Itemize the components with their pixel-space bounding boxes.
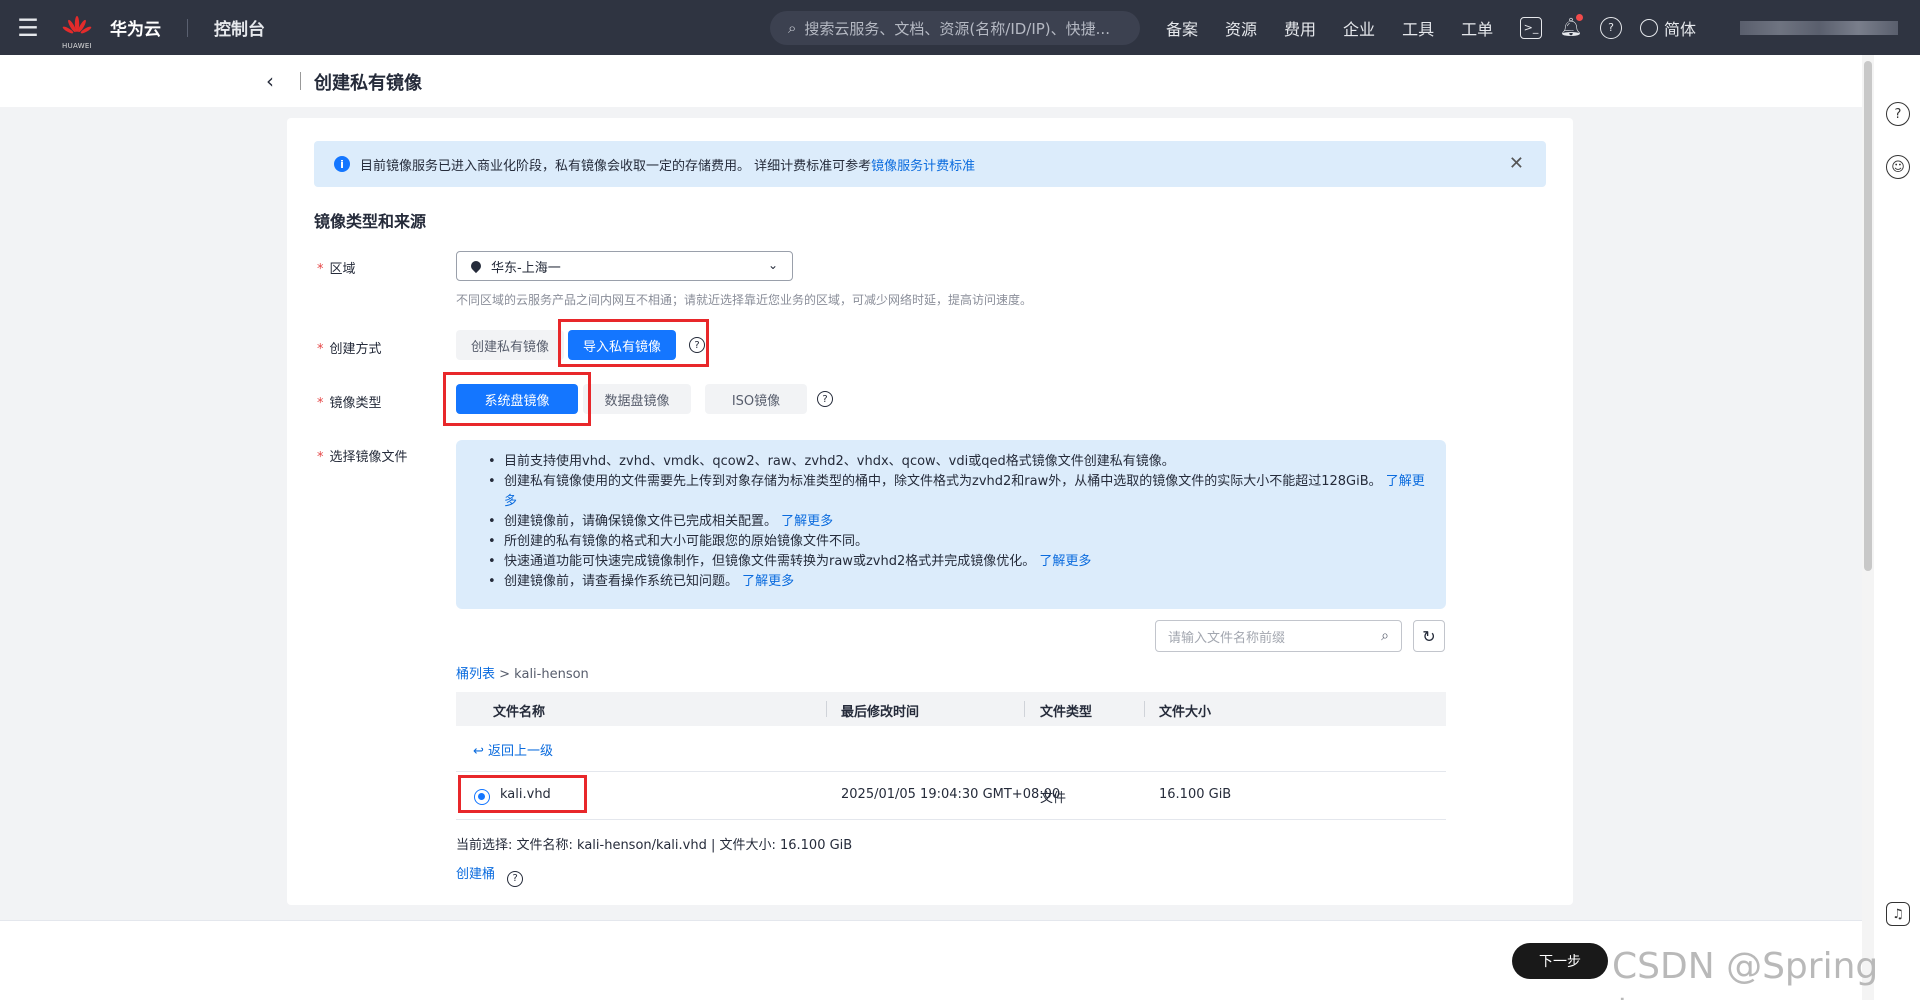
learn-more-link[interactable]: 了解更多	[781, 514, 833, 529]
nav-link-billing[interactable]: 费用	[1284, 16, 1316, 40]
brand-name: 华为云	[110, 20, 161, 40]
page-title: 创建私有镜像	[314, 73, 422, 94]
menu-icon[interactable]: ☰	[0, 0, 56, 55]
nav-divider	[187, 18, 188, 37]
current-selection: 当前选择: 文件名称: kali-henson/kali.vhd | 文件大小:…	[456, 838, 853, 853]
learn-more-link[interactable]: 了解更多	[742, 574, 794, 589]
header-divider	[300, 72, 301, 90]
huawei-logo[interactable]: HUAWEI 华为云	[62, 15, 161, 50]
language-label: 简体	[1664, 19, 1697, 39]
info-icon: i	[334, 156, 350, 172]
method-label: * 创建方式	[317, 342, 382, 357]
method-create-private[interactable]: 创建私有镜像	[456, 330, 564, 360]
nav-link-tickets[interactable]: 工单	[1461, 16, 1493, 40]
notice-billing-link[interactable]: 镜像服务计费标准	[871, 155, 975, 174]
nav-link-enterprise[interactable]: 企业	[1343, 16, 1375, 40]
region-label: * 区域	[317, 262, 356, 277]
col-divider	[1024, 701, 1025, 717]
close-icon[interactable]: ✕	[1509, 153, 1524, 174]
file-size: 16.100 GiB	[1159, 787, 1232, 802]
file-search-placeholder: 请输入文件名称前缀	[1168, 630, 1286, 646]
notification-dot	[1576, 13, 1583, 21]
region-hint: 不同区域的云服务产品之间内网互不相通；请就近选择靠近您业务的区域，可减少网络时延…	[456, 293, 1033, 307]
watermark: CSDN @Spring 胡	[1612, 946, 1879, 1000]
file-label: * 选择镜像文件	[317, 450, 408, 465]
info-item: 创建私有镜像使用的文件需要先上传到对象存储为标准类型的桶中，除文件格式为zvhd…	[476, 472, 1426, 512]
file-requirements-info: 目前支持使用vhd、zvhd、vmdk、qcow2、raw、zvhd2、vhdx…	[456, 440, 1446, 609]
top-nav: ☰ HUAWEI 华为云 控制台 ⌕ 搜索云服务、文档、资源(名称/ID/IP)…	[0, 0, 1920, 55]
notice-text: 目前镜像服务已进入商业化阶段，私有镜像会收取一定的存储费用。 详细计费标准可参考	[360, 158, 872, 174]
global-search-input[interactable]: ⌕ 搜索云服务、文档、资源(名称/ID/IP)、快捷...	[770, 11, 1140, 45]
page-header: ‹ 创建私有镜像	[0, 55, 1862, 107]
info-item: 目前支持使用vhd、zvhd、vmdk、qcow2、raw、zvhd2、vhdx…	[476, 452, 1426, 472]
highlight-box-system-disk	[443, 372, 591, 426]
type-iso[interactable]: ISO镜像	[705, 384, 807, 414]
nav-links: 备案 资源 费用 企业 工具 工单	[1166, 0, 1520, 55]
scrollbar-thumb[interactable]	[1864, 61, 1872, 571]
file-table-header: 文件名称 最后修改时间 文件类型 文件大小	[456, 692, 1446, 726]
back-up-link[interactable]: ↩ 返回上一级	[473, 740, 553, 759]
file-modified: 2025/01/05 19:04:30 GMT+08:00	[841, 787, 1061, 802]
create-bucket-help-icon[interactable]: ?	[507, 870, 524, 887]
section-title: 镜像类型和来源	[314, 212, 427, 231]
nav-link-resources[interactable]: 资源	[1225, 16, 1257, 40]
region-value: 华东-上海一	[491, 260, 561, 276]
type-help-icon[interactable]: ?	[817, 391, 833, 407]
highlight-box-file	[458, 775, 587, 813]
breadcrumb-current: > kali-henson	[495, 667, 589, 682]
terminal-icon[interactable]: >_	[1520, 16, 1542, 39]
nav-link-filing[interactable]: 备案	[1166, 16, 1198, 40]
chevron-down-icon: ⌄	[767, 258, 778, 272]
info-item: 创建镜像前，请确保镜像文件已完成相关配置。 了解更多	[476, 512, 1426, 532]
highlight-box-import	[558, 319, 709, 367]
col-divider	[1144, 701, 1145, 717]
type-label: * 镜像类型	[317, 396, 382, 411]
region-select[interactable]: 华东-上海一 ⌄	[456, 251, 793, 281]
bucket-list-link[interactable]: 桶列表	[456, 667, 495, 682]
file-search-input[interactable]: 请输入文件名称前缀 ⌕	[1155, 620, 1402, 652]
nav-icons: >_ 🔔︎ ? 简体	[1520, 0, 1696, 55]
next-button[interactable]: 下一步	[1512, 943, 1608, 979]
table-row-back: ↩ 返回上一级	[456, 726, 1446, 772]
col-size: 文件大小	[1159, 705, 1212, 720]
console-link[interactable]: 控制台	[214, 15, 265, 40]
table-row[interactable]: kali.vhd 2025/01/05 19:04:30 GMT+08:00 文…	[456, 772, 1446, 820]
notice-banner: i 目前镜像服务已进入商业化阶段，私有镜像会收取一定的存储费用。 详细计费标准可…	[314, 141, 1546, 187]
info-item: 所创建的私有镜像的格式和大小可能跟您的原始镜像文件不同。	[476, 532, 1426, 552]
info-item: 快速通道功能可快速完成镜像制作，但镜像文件需转换为raw或zvhd2格式并完成镜…	[476, 552, 1426, 572]
col-type: 文件类型	[1040, 705, 1093, 720]
search-icon: ⌕	[788, 19, 797, 37]
headset-icon[interactable]: ♫	[1886, 902, 1910, 926]
refresh-icon[interactable]: ↻	[1413, 620, 1445, 652]
search-placeholder: 搜索云服务、文档、资源(名称/ID/IP)、快捷...	[804, 19, 1110, 38]
bell-icon[interactable]: 🔔︎	[1560, 13, 1583, 39]
language-switch[interactable]: 简体	[1640, 16, 1696, 40]
col-divider	[826, 701, 827, 717]
huawei-logo-icon: HUAWEI	[62, 15, 92, 50]
location-pin-icon	[468, 258, 484, 274]
back-arrow-icon[interactable]: ‹	[266, 69, 274, 93]
form-card: i 目前镜像服务已进入商业化阶段，私有镜像会收取一定的存储费用。 详细计费标准可…	[287, 118, 1573, 905]
learn-more-link[interactable]: 了解更多	[1039, 554, 1091, 569]
right-rail: ? ☺ ♫	[1874, 55, 1920, 1000]
search-icon[interactable]: ⌕	[1381, 628, 1389, 644]
user-account-blurred[interactable]	[1740, 21, 1898, 35]
globe-icon	[1640, 18, 1658, 37]
col-file-name: 文件名称	[493, 705, 546, 720]
file-type: 文件	[1040, 791, 1067, 806]
feedback-smile-icon[interactable]: ☺	[1886, 155, 1910, 179]
nav-link-tools[interactable]: 工具	[1402, 16, 1434, 40]
logo-subtext: HUAWEI	[62, 41, 93, 50]
bucket-breadcrumb: 桶列表 > kali-henson	[456, 663, 589, 682]
create-bucket-link[interactable]: 创建桶 ?	[456, 863, 524, 887]
type-data-disk[interactable]: 数据盘镜像	[583, 384, 691, 414]
help-circle-icon[interactable]: ?	[1886, 102, 1910, 126]
help-icon[interactable]: ?	[1600, 16, 1622, 39]
info-item: 创建镜像前，请查看操作系统已知问题。 了解更多	[476, 572, 1426, 592]
scrollbar[interactable]	[1862, 55, 1874, 1000]
col-modified: 最后修改时间	[841, 705, 920, 720]
